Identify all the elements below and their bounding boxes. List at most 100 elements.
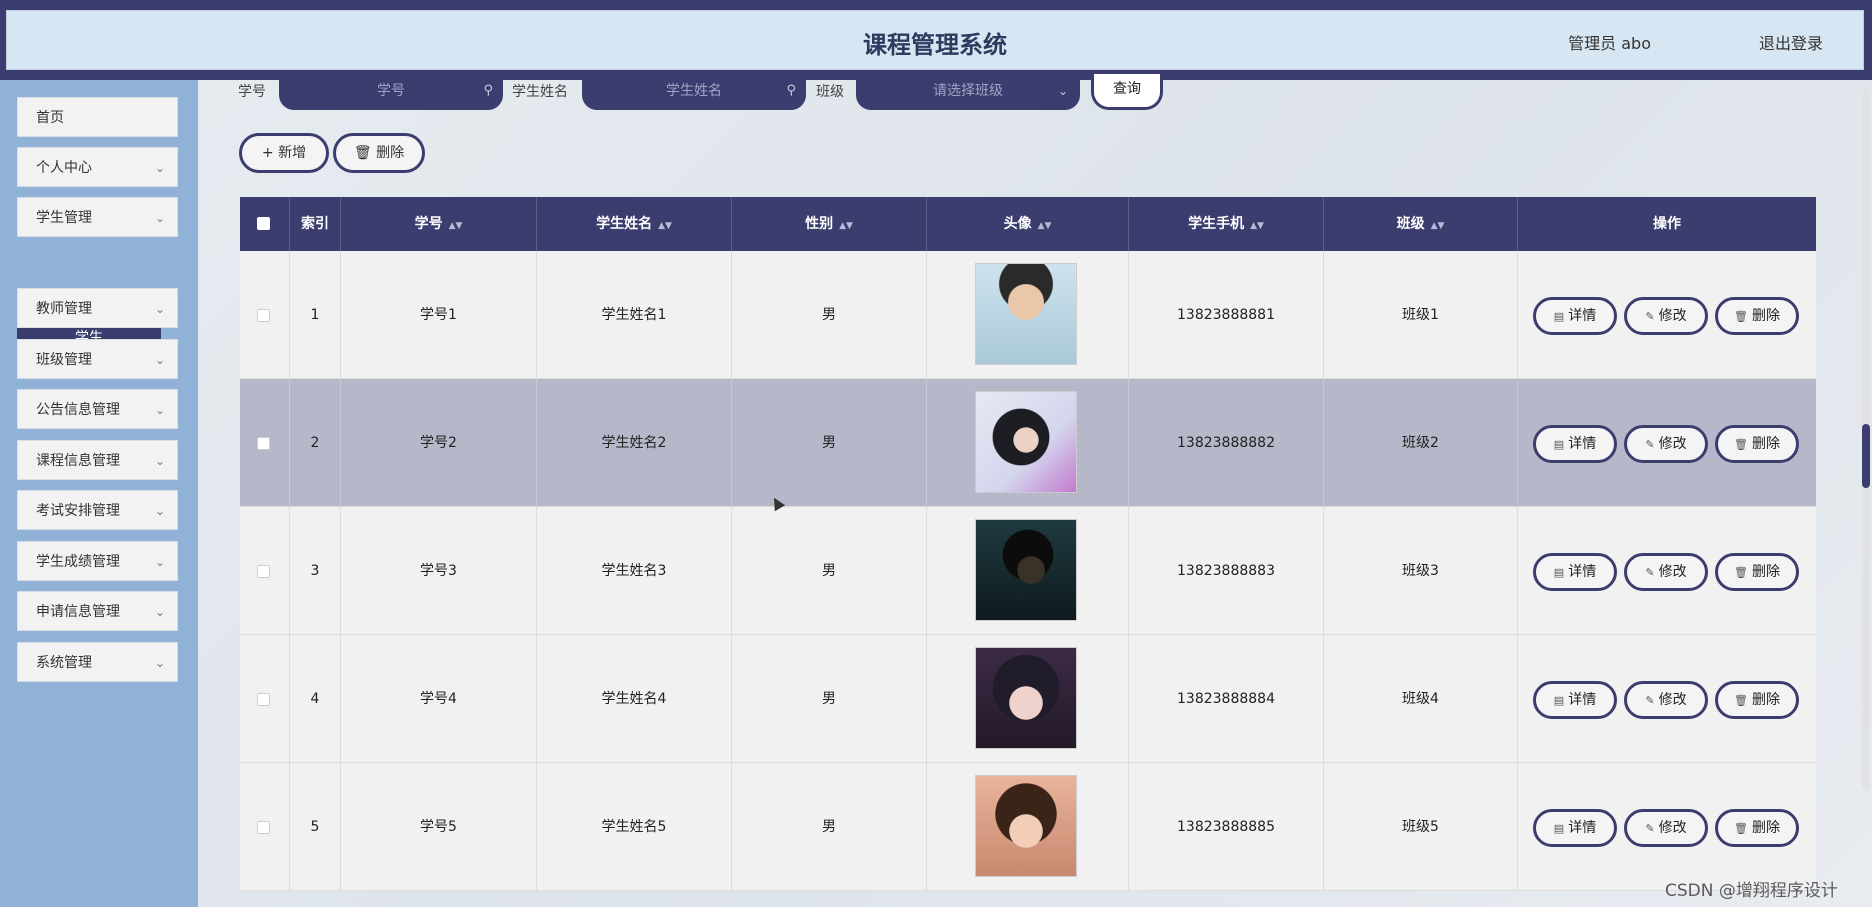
delete-button[interactable]: 🗑 删除 [1715,681,1799,719]
row-select-cell [240,763,290,891]
chevron-down-icon: ⌄ [154,302,165,316]
document-icon: ▤ [1553,310,1565,323]
pencil-icon: ✎ [1645,310,1655,323]
sidebar-item-label: 首页 [36,110,64,126]
class-select-placeholder: 请选择班级 [933,83,1003,99]
column-header-actions: 操作 [1653,216,1681,232]
cell-phone: 13823888881 [1129,251,1324,379]
sort-icon[interactable]: ▲▼ [449,221,463,231]
column-header-gender[interactable]: 性别 ▲▼ [732,197,927,251]
cell-gender: 男 [732,251,927,379]
sidebar-item-label: 教师管理 [36,301,92,317]
sidebar: 首页 个人中心 ⌄ 学生管理 ⌄ 学生 教师管理 ⌄ 班级管理 ⌄ 公告信息管理… [0,80,198,907]
edit-button[interactable]: ✎ 修改 [1624,553,1708,591]
document-icon: ▤ [1553,822,1565,835]
logout-link[interactable]: 退出登录 [1759,30,1823,54]
table-header: 索引 学号 ▲▼ 学生姓名 ▲▼ 性别 ▲▼ 头像 ▲▼ 学生手机 ▲▼ 班级 ▲▼ 操作 [240,197,1816,251]
plus-icon: + [261,145,279,161]
sidebar-item-home[interactable]: 首页 [17,97,178,137]
header-select-all[interactable] [240,197,290,251]
cell-student-no: 学号3 [341,507,537,635]
avatar [975,647,1077,749]
detail-button[interactable]: ▤ 详情 [1533,681,1617,719]
sort-icon[interactable]: ▲▼ [1250,221,1264,231]
edit-button[interactable]: ✎ 修改 [1624,297,1708,335]
sort-icon[interactable]: ▲▼ [658,221,672,231]
cell-index: 2 [290,379,341,507]
delete-button[interactable]: 🗑 删除 [1715,809,1799,847]
student-no-label: 学号 [238,84,266,100]
row-select-cell [240,251,290,379]
chevron-down-icon: ⌄ [154,656,165,670]
class-label: 班级 [816,84,844,100]
add-label: 新增 [278,145,307,161]
sidebar-item-label: 课程信息管理 [36,453,120,469]
sidebar-item-label: 系统管理 [36,655,92,671]
avatar [975,519,1077,621]
sidebar-item-exam-management[interactable]: 考试安排管理 ⌄ [17,490,178,530]
detail-button[interactable]: ▤ 详情 [1533,553,1617,591]
cell-student-name: 学生姓名2 [537,379,732,507]
sidebar-item-personal-center[interactable]: 个人中心 ⌄ [17,147,178,187]
query-button[interactable]: 查询 [1091,74,1163,110]
trash-icon: 🗑 [1734,310,1748,323]
column-header-avatar[interactable]: 头像 ▲▼ [927,197,1129,251]
sidebar-item-system-management[interactable]: 系统管理 ⌄ [17,642,178,682]
edit-button[interactable]: ✎ 修改 [1624,809,1708,847]
row-checkbox[interactable] [257,693,270,706]
sidebar-item-grades-management[interactable]: 学生成绩管理 ⌄ [17,541,178,581]
sidebar-item-application-management[interactable]: 申请信息管理 ⌄ [17,591,178,631]
sidebar-item-class-management[interactable]: 班级管理 ⌄ [17,339,178,379]
cell-class: 班级1 [1324,251,1518,379]
class-select[interactable]: 请选择班级 ⌄ [856,80,1080,110]
cell-phone: 13823888885 [1129,763,1324,891]
row-checkbox[interactable] [257,437,270,450]
student-name-input[interactable]: 学生姓名 ⚲ [582,80,806,110]
column-header-student-name[interactable]: 学生姓名 ▲▼ [537,197,732,251]
delete-button[interactable]: 🗑 删除 [1715,297,1799,335]
row-checkbox[interactable] [257,309,270,322]
sidebar-item-course-management[interactable]: 课程信息管理 ⌄ [17,440,178,480]
row-checkbox[interactable] [257,821,270,834]
detail-button[interactable]: ▤ 详情 [1533,297,1617,335]
student-name-label: 学生姓名 [512,84,568,100]
student-no-input[interactable]: 学号 ⚲ [279,80,503,110]
detail-button[interactable]: ▤ 详情 [1533,425,1617,463]
select-all-checkbox[interactable] [257,217,270,230]
sort-icon[interactable]: ▲▼ [1038,221,1052,231]
cell-gender: 男 [732,763,927,891]
cell-student-no: 学号5 [341,763,537,891]
detail-button[interactable]: ▤ 详情 [1533,809,1617,847]
sidebar-item-teacher-management[interactable]: 教师管理 ⌄ [17,288,178,328]
chevron-down-icon: ⌄ [154,353,165,367]
chevron-down-icon: ⌄ [154,504,165,518]
cell-student-name: 学生姓名4 [537,635,732,763]
avatar [975,775,1077,877]
row-select-cell [240,507,290,635]
cell-phone: 13823888883 [1129,507,1324,635]
scrollbar-thumb[interactable] [1862,424,1870,488]
delete-button[interactable]: 🗑 删除 [1715,425,1799,463]
sidebar-item-label: 学生管理 [36,210,92,226]
column-header-class[interactable]: 班级 ▲▼ [1324,197,1518,251]
sidebar-item-notice-management[interactable]: 公告信息管理 ⌄ [17,389,178,429]
delete-button[interactable]: 🗑 删除 [1715,553,1799,591]
document-icon: ▤ [1553,438,1565,451]
column-header-student-no[interactable]: 学号 ▲▼ [341,197,537,251]
edit-button[interactable]: ✎ 修改 [1624,681,1708,719]
sidebar-item-student-management[interactable]: 学生管理 ⌄ [17,197,178,237]
row-checkbox[interactable] [257,565,270,578]
sort-icon[interactable]: ▲▼ [839,221,853,231]
chevron-down-icon: ⌄ [154,454,165,468]
sort-icon[interactable]: ▲▼ [1431,221,1445,231]
cell-student-name: 学生姓名3 [537,507,732,635]
edit-button[interactable]: ✎ 修改 [1624,425,1708,463]
column-header-index: 索引 [290,197,341,251]
add-button[interactable]: + 新增 [239,133,329,173]
batch-delete-button[interactable]: 🗑 删除 [333,133,425,173]
trash-icon: 🗑 [1734,694,1748,707]
current-user: 管理员 abo [1568,34,1651,53]
cell-gender: 男 [732,635,927,763]
table-row: 4 学号4 学生姓名4 男 13823888884 班级4 ▤ 详情 ✎ 修改 🗑 删… [240,635,1816,763]
column-header-phone[interactable]: 学生手机 ▲▼ [1129,197,1324,251]
